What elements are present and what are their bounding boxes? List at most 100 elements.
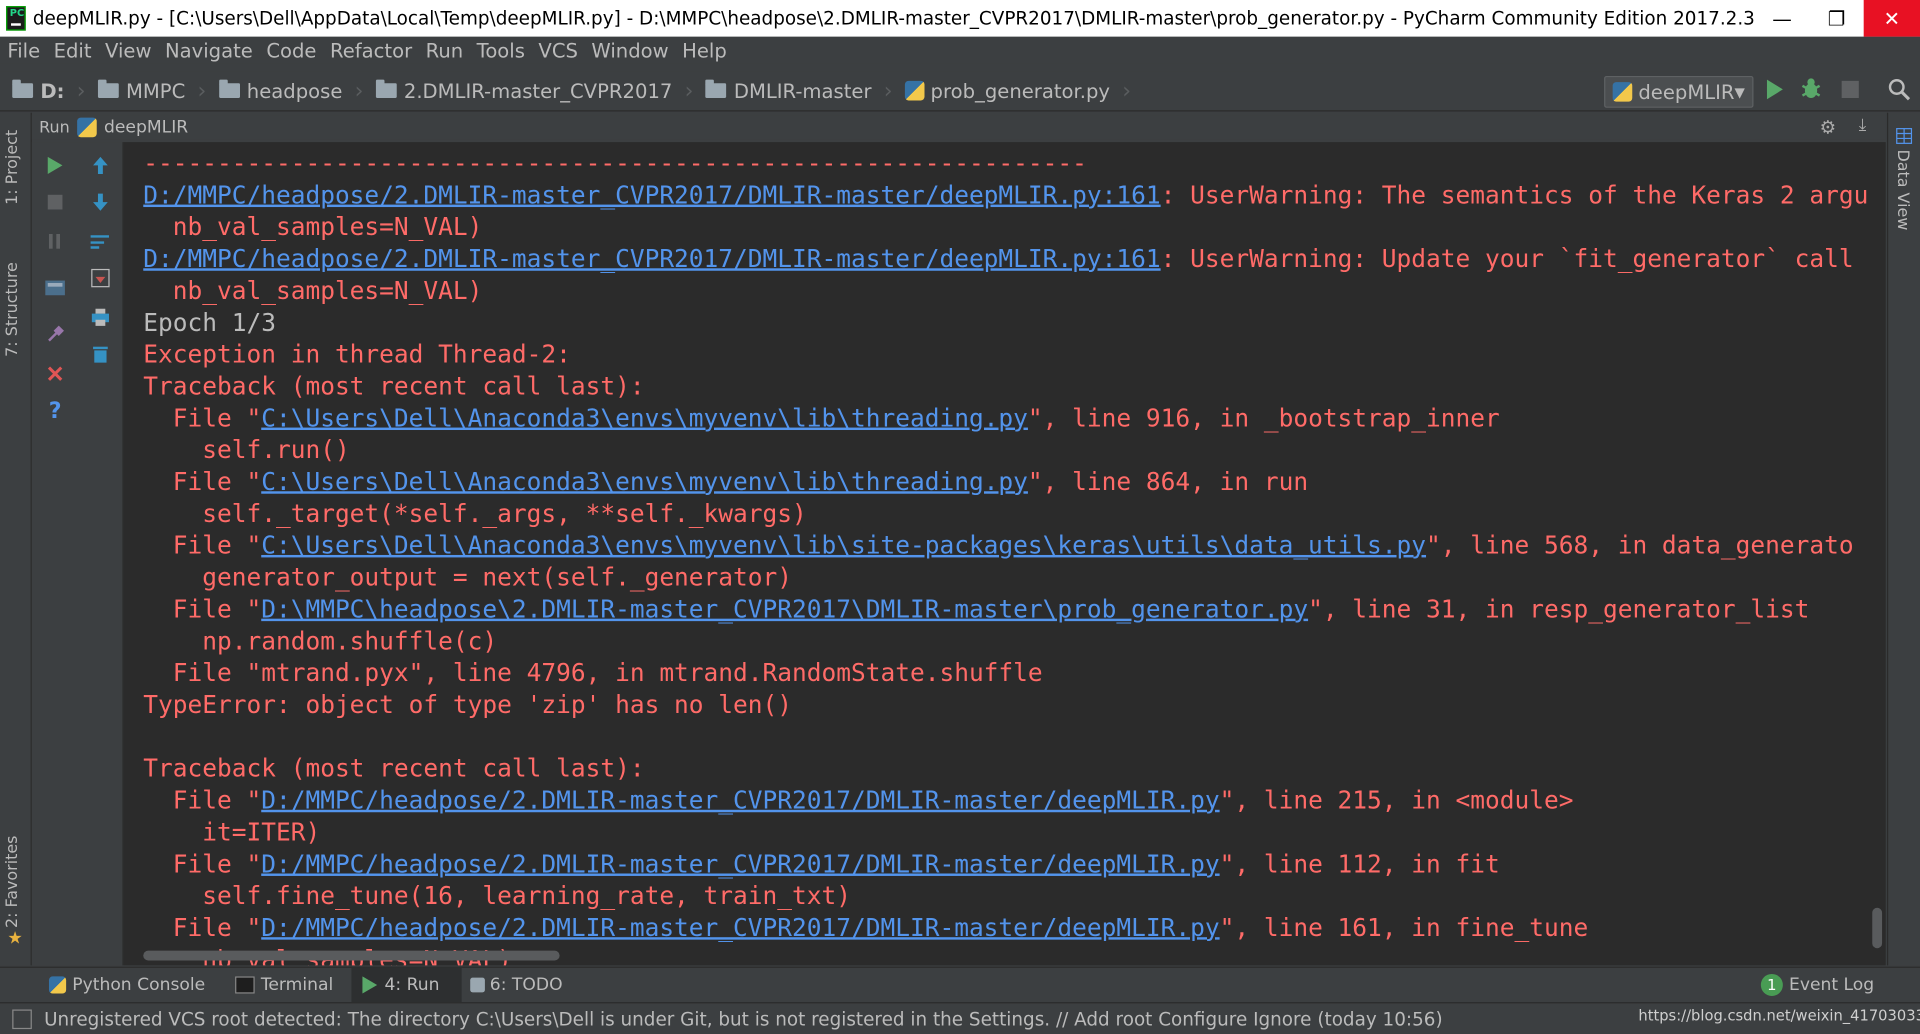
rerun-icon[interactable] xyxy=(42,152,69,179)
console-file-link[interactable]: D:/MMPC/headpose/2.DMLIR-master_CVPR2017… xyxy=(143,244,1160,273)
breadcrumb-drive[interactable]: D: xyxy=(12,79,65,102)
console-file-link[interactable]: D:/MMPC/headpose/2.DMLIR-master_CVPR2017… xyxy=(261,913,1219,942)
run-configuration-select[interactable]: deepMLIR ▼ xyxy=(1604,75,1754,108)
console-text: Traceback (most recent call last): xyxy=(143,753,645,783)
console-text: File " xyxy=(143,785,262,815)
console-file-link[interactable]: C:\Users\Dell\Anaconda3\envs\myvenv\lib\… xyxy=(261,467,1028,496)
menu-view[interactable]: View xyxy=(98,39,158,62)
console-text: np.random.shuffle(c) xyxy=(143,626,498,656)
tab-structure[interactable]: 7: Structure xyxy=(4,262,22,357)
console-text: File " xyxy=(143,403,262,433)
tab-python-console[interactable]: Python Console xyxy=(48,968,206,1002)
help-icon[interactable]: ? xyxy=(42,397,69,424)
tab-run[interactable]: 4: Run xyxy=(351,967,462,1003)
console-line: File "C:\Users\Dell\Anaconda3\envs\myven… xyxy=(143,529,1854,561)
menu-navigate[interactable]: Navigate xyxy=(158,39,259,62)
console-text: nb_val_samples=N_VAL) xyxy=(143,275,483,306)
tab-terminal[interactable]: Terminal xyxy=(235,968,333,1002)
console-line: File "D:\MMPC\headpose\2.DMLIR-master_CV… xyxy=(143,593,1810,625)
close-icon[interactable] xyxy=(42,360,69,387)
tab-event-log-label: Event Log xyxy=(1788,975,1875,995)
vertical-scrollbar[interactable] xyxy=(1872,907,1883,949)
tool-window-bar: Python Console Terminal 4: Run 6: TODO 1… xyxy=(0,966,1920,1003)
breadcrumb-dmlir-master[interactable]: DMLIR-master xyxy=(705,79,872,102)
status-message[interactable]: Unregistered VCS root detected: The dire… xyxy=(44,1008,1443,1030)
breadcrumb-mmpc[interactable]: MMPC xyxy=(97,79,185,102)
menu-help[interactable]: Help xyxy=(675,39,733,62)
console-file-link[interactable]: D:\MMPC\headpose\2.DMLIR-master_CVPR2017… xyxy=(261,594,1308,623)
console-text: TypeError: object of type 'zip' has no l… xyxy=(143,689,793,720)
watermark: https://blog.csdn.net/weixin_41703033 xyxy=(1638,1007,1920,1025)
menu-run[interactable]: Run xyxy=(418,39,469,62)
close-button[interactable]: ✕ xyxy=(1863,0,1920,37)
tab-project[interactable]: 1: Project xyxy=(4,130,22,205)
console-text: File " xyxy=(143,848,262,879)
menu-edit[interactable]: Edit xyxy=(46,39,97,62)
stop-icon[interactable] xyxy=(42,189,69,216)
console-file-link[interactable]: C:\Users\Dell\Anaconda3\envs\myvenv\lib\… xyxy=(261,403,1028,432)
breadcrumb-separator: › xyxy=(684,77,694,104)
console-text: File " xyxy=(143,912,262,943)
console-file-link[interactable]: C:\Users\Dell\Anaconda3\envs\myvenv\lib\… xyxy=(261,530,1426,559)
toggle-tool-windows-icon[interactable] xyxy=(12,1009,32,1030)
console-text: self.fine_tune(16, learning_rate, train_… xyxy=(143,880,851,911)
tab-event-log[interactable]: 1 Event Log xyxy=(1760,968,1875,1002)
menu-refactor[interactable]: Refactor xyxy=(323,39,419,62)
horizontal-scrollbar[interactable] xyxy=(143,950,560,961)
pause-icon[interactable] xyxy=(42,228,69,255)
gear-icon[interactable]: ⚙ xyxy=(1820,116,1836,138)
debug-icon[interactable] xyxy=(1798,76,1825,103)
console-text: self._target(*self._args, **self._kwargs… xyxy=(143,498,807,529)
hide-panel-icon[interactable]: ⤓ xyxy=(1859,115,1867,135)
restore-button[interactable]: ❐ xyxy=(1809,0,1863,37)
console-line: Exception in thread Thread-2: xyxy=(143,338,571,370)
console-file-link[interactable]: D:/MMPC/headpose/2.DMLIR-master_CVPR2017… xyxy=(261,785,1219,814)
title-bar: deepMLIR.py - [C:\Users\Dell\AppData\Loc… xyxy=(0,0,1920,37)
python-icon xyxy=(48,976,67,994)
menu-tools[interactable]: Tools xyxy=(469,39,531,62)
restore-layout-icon[interactable] xyxy=(42,274,69,301)
scroll-to-end-icon[interactable] xyxy=(87,265,114,292)
console-file-link[interactable]: D:/MMPC/headpose/2.DMLIR-master_CVPR2017… xyxy=(143,180,1160,209)
print-icon[interactable] xyxy=(87,304,114,331)
soft-wrap-icon[interactable] xyxy=(87,228,114,255)
folder-icon xyxy=(218,79,240,99)
star-icon: ★ xyxy=(7,928,23,949)
console-file-link[interactable]: D:/MMPC/headpose/2.DMLIR-master_CVPR2017… xyxy=(261,849,1219,878)
breadcrumb-headpose[interactable]: headpose xyxy=(218,79,342,102)
tab-data-view[interactable]: Data View xyxy=(1893,149,1911,230)
console-line: generator_output = next(self._generator) xyxy=(143,561,792,593)
console-line: nb_val_samples=N_VAL) xyxy=(143,211,483,243)
minimize-button[interactable]: — xyxy=(1755,0,1809,37)
python-icon xyxy=(77,117,97,138)
pin-icon[interactable] xyxy=(42,321,69,348)
console-output[interactable]: ----------------------------------------… xyxy=(123,142,1886,966)
console-line: File "C:\Users\Dell\Anaconda3\envs\myven… xyxy=(143,402,1500,434)
run-panel-name[interactable]: deepMLIR xyxy=(104,118,188,138)
menu-vcs[interactable]: VCS xyxy=(531,39,584,62)
up-arrow-icon[interactable] xyxy=(87,152,114,179)
console-line: self.run() xyxy=(143,434,349,466)
trash-icon[interactable] xyxy=(87,341,114,368)
breadcrumb-separator: › xyxy=(1122,77,1132,104)
menu-file[interactable]: File xyxy=(0,39,46,62)
search-icon[interactable] xyxy=(1886,76,1913,103)
window-title: deepMLIR.py - [C:\Users\Dell\AppData\Loc… xyxy=(32,7,1755,30)
tab-run-label: 4: Run xyxy=(384,975,440,995)
tab-favorites[interactable]: 2: Favorites xyxy=(4,836,22,929)
console-line: self._target(*self._args, **self._kwargs… xyxy=(143,497,807,529)
run-icon[interactable] xyxy=(1761,76,1788,103)
menu-code[interactable]: Code xyxy=(259,39,323,62)
folder-icon xyxy=(375,79,397,99)
down-arrow-icon[interactable] xyxy=(87,189,114,216)
tab-todo[interactable]: 6: TODO xyxy=(470,968,563,1002)
breadcrumb-dmlir-cvpr[interactable]: 2.DMLIR-master_CVPR2017 xyxy=(375,79,672,102)
chevron-down-icon: ▼ xyxy=(1734,83,1745,100)
console-text: it=ITER) xyxy=(143,817,321,847)
console-text: generator_output = next(self._generator) xyxy=(143,562,793,592)
breadcrumb-file[interactable]: prob_generator.py xyxy=(904,79,1110,102)
menu-window[interactable]: Window xyxy=(584,39,675,62)
stop-icon[interactable] xyxy=(1837,76,1864,103)
tab-terminal-label: Terminal xyxy=(260,975,334,995)
tab-python-console-label: Python Console xyxy=(72,975,206,995)
